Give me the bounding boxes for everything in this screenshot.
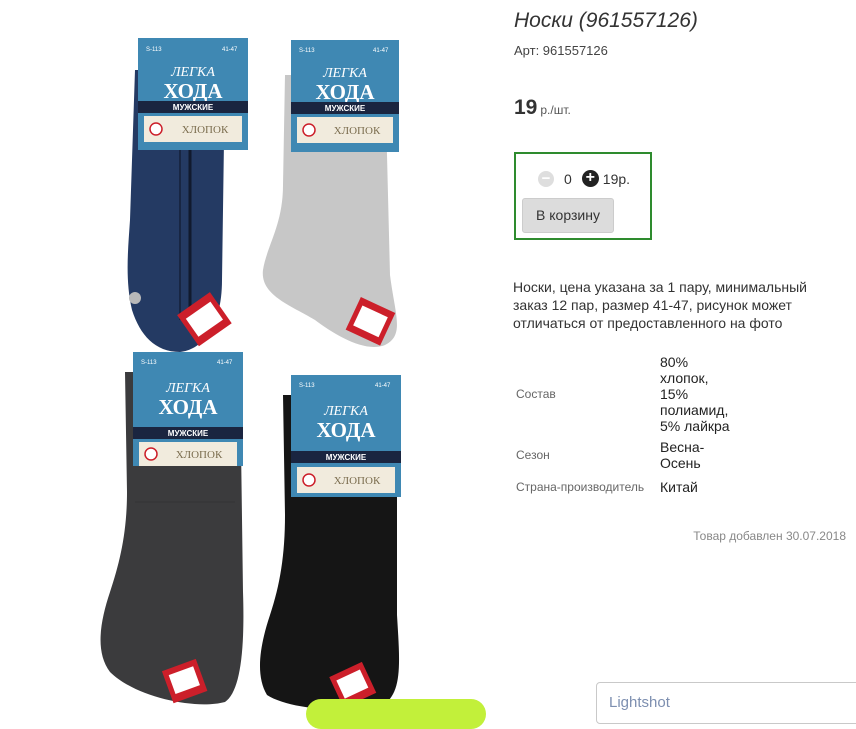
sock-black-image: S-113 41-47 ЛЕГКА ХОДА МУЖСКИЕ ХЛОПОК <box>259 375 401 710</box>
green-overlay-shape <box>306 699 486 729</box>
sock-grey-image: S-113 41-47 ЛЕГКА ХОДА МУЖСКИЕ ХЛОПОК <box>262 40 399 347</box>
property-name: Сезон <box>516 448 550 462</box>
property-row: Страна-производитель Китай <box>512 474 744 500</box>
svg-text:S-113: S-113 <box>299 383 315 389</box>
price-value: 19 <box>514 96 538 119</box>
svg-text:ХОДА: ХОДА <box>163 79 223 103</box>
product-title: Носки (961557126) <box>514 9 698 32</box>
svg-text:S-113: S-113 <box>299 48 315 54</box>
sock-darkgrey-image: S-113 41-47 ЛЕГКА ХОДА МУЖСКИЕ ХЛОПОК <box>100 352 244 705</box>
svg-text:41-47: 41-47 <box>375 383 391 389</box>
property-value: Китай <box>660 479 698 495</box>
price-unit: р./шт. <box>540 103 571 117</box>
product-description: Носки, цена указана за 1 пару, минимальн… <box>513 279 807 331</box>
line-total: 19р. <box>602 170 631 187</box>
property-value: 80% хлопок, 15% полиамид, 5% лайкра <box>660 354 730 434</box>
svg-text:ХЛОПОК: ХЛОПОК <box>334 125 381 137</box>
quantity-stepper: − 0 + 19р. <box>538 170 630 187</box>
property-row: Сезон Весна-Осень <box>512 436 744 474</box>
property-name: Состав <box>516 387 556 401</box>
sock-tag: S-113 41-47 ЛЕГКА ХОДА МУЖСКИЕ ХЛОПОК <box>138 38 248 150</box>
svg-text:41-47: 41-47 <box>217 360 233 366</box>
lightshot-popup[interactable]: Lightshot <box>596 682 856 724</box>
add-to-cart-box: − 0 + 19р. В корзину <box>514 152 652 240</box>
svg-text:МУЖСКИЕ: МУЖСКИЕ <box>168 429 209 438</box>
plus-icon[interactable]: + <box>581 170 599 187</box>
svg-text:41-47: 41-47 <box>373 48 389 54</box>
svg-text:ЛЕГКА: ЛЕГКА <box>165 381 210 396</box>
svg-text:ЛЕГКА: ЛЕГКА <box>170 65 215 80</box>
svg-text:МУЖСКИЕ: МУЖСКИЕ <box>325 104 366 113</box>
svg-text:ХЛОПОК: ХЛОПОК <box>334 475 381 487</box>
product-image[interactable]: S-113 41-47 ЛЕГКА ХОДА МУЖСКИЕ ХЛОПОК S-… <box>0 0 500 710</box>
quantity-value: 0 <box>564 170 572 187</box>
sock-tag: S-113 41-47 ЛЕГКА ХОДА МУЖСКИЕ ХЛОПОК <box>133 352 243 466</box>
add-to-cart-button[interactable]: В корзину <box>522 198 614 233</box>
svg-text:МУЖСКИЕ: МУЖСКИЕ <box>173 103 214 112</box>
sock-tag: S-113 41-47 ЛЕГКА ХОДА МУЖСКИЕ ХЛОПОК <box>291 375 401 497</box>
sock-tag: S-113 41-47 ЛЕГКА ХОДА МУЖСКИЕ ХЛОПОК <box>291 40 399 152</box>
properties-table: Состав 80% хлопок, 15% полиамид, 5% лайк… <box>512 352 744 500</box>
svg-text:41-47: 41-47 <box>222 47 238 53</box>
minus-icon[interactable]: − <box>538 170 554 187</box>
svg-text:ХОДА: ХОДА <box>316 418 376 442</box>
property-value: Весна-Осень <box>660 439 705 471</box>
svg-text:ХЛОПОК: ХЛОПОК <box>182 124 229 136</box>
lightshot-label: Lightshot <box>609 694 670 711</box>
property-row: Состав 80% хлопок, 15% полиамид, 5% лайк… <box>512 352 744 436</box>
svg-text:ЛЕГКА: ЛЕГКА <box>323 404 368 419</box>
product-price: 19 р./шт. <box>514 96 571 120</box>
product-article: Арт: 961557126 <box>514 43 608 58</box>
property-name: Страна-производитель <box>516 480 645 494</box>
svg-text:ХОДА: ХОДА <box>315 80 375 104</box>
svg-text:S-113: S-113 <box>141 360 157 366</box>
svg-text:ЛЕГКА: ЛЕГКА <box>322 66 367 81</box>
added-date: Товар добавлен 30.07.2018 <box>693 529 846 543</box>
svg-text:МУЖСКИЕ: МУЖСКИЕ <box>326 453 367 462</box>
svg-text:ХОДА: ХОДА <box>158 395 218 419</box>
svg-text:ХЛОПОК: ХЛОПОК <box>176 449 223 461</box>
svg-text:S-113: S-113 <box>146 47 162 53</box>
